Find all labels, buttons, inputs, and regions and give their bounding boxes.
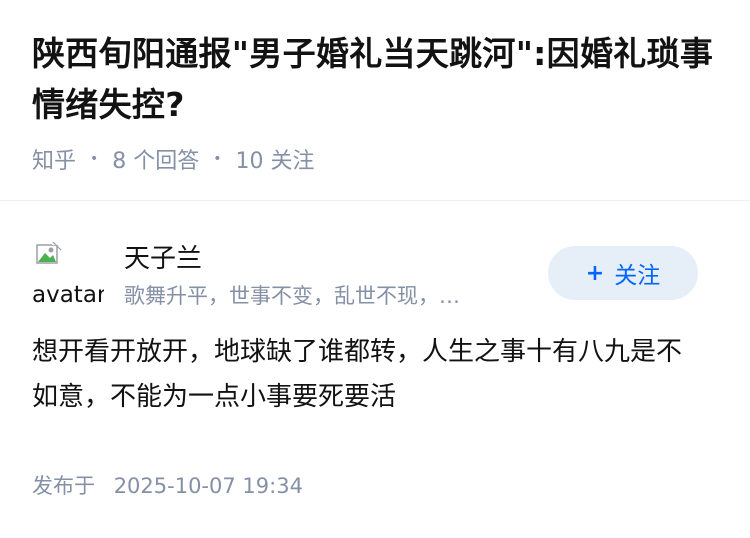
- broken-image-icon: [36, 241, 62, 264]
- separator-dot: •: [90, 151, 99, 167]
- separator-dot: •: [213, 151, 222, 167]
- answer-card: avatar 天子兰 歌舞升平，世事不变，乱世不现，… + 关注 想开看开放开，…: [32, 230, 718, 420]
- publish-label: 发布于: [32, 474, 95, 498]
- followers-count: 10 关注: [235, 149, 315, 174]
- question-title[interactable]: 陕西旬阳通报"男子婚礼当天跳河":因婚礼琐事情绪失控?: [32, 28, 722, 130]
- author-row: avatar 天子兰 歌舞升平，世事不变，乱世不现，… + 关注: [32, 230, 718, 310]
- question-header: 陕西旬阳通报"男子婚礼当天跳河":因婚礼琐事情绪失控? 知乎 • 8 个回答 •…: [32, 28, 722, 174]
- author-name[interactable]: 天子兰: [124, 238, 202, 275]
- avatar-alt-text: avatar: [32, 282, 104, 308]
- answers-count[interactable]: 8 个回答: [112, 143, 199, 175]
- follow-button[interactable]: + 关注: [548, 246, 698, 300]
- answer-content[interactable]: 想开看开放开，地球缺了谁都转，人生之事十有八九是不如意，不能为一点小事要死要活: [32, 330, 704, 420]
- question-meta: 知乎 • 8 个回答 • 10 关注: [32, 144, 722, 174]
- publish-time: 2025-10-07 19:34: [113, 474, 303, 498]
- publish-info: 发布于 2025-10-07 19:34: [32, 470, 303, 500]
- follow-button-label: 关注: [614, 263, 661, 289]
- section-divider: [0, 200, 750, 201]
- plus-icon: +: [585, 260, 605, 286]
- avatar[interactable]: avatar: [32, 240, 104, 312]
- source-label[interactable]: 知乎: [32, 143, 76, 175]
- author-bio: 歌舞升平，世事不变，乱世不现，…: [124, 284, 460, 308]
